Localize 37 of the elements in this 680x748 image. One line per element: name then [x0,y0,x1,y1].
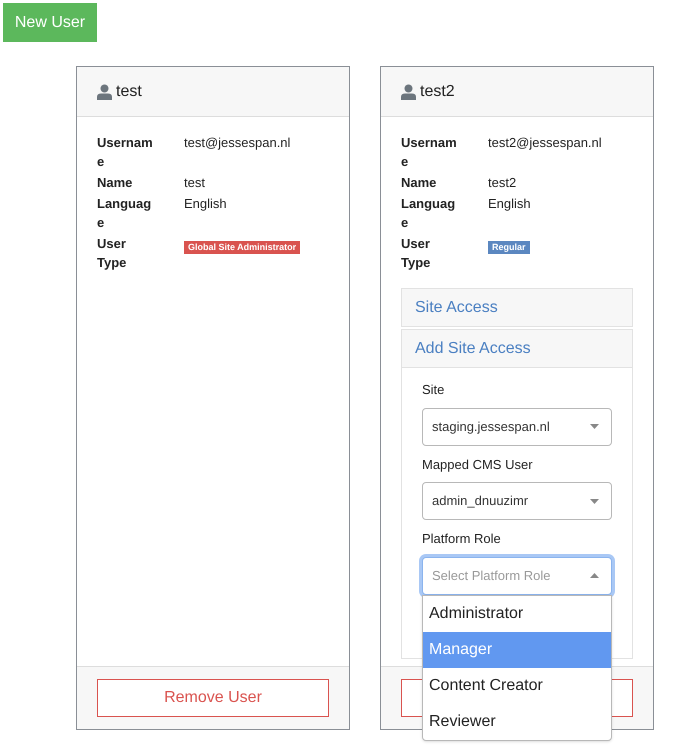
field-value: test2 [488,174,516,192]
user-name: test2 [420,82,455,102]
remove-user-button[interactable]: Remove User [97,679,329,717]
field-value: test@jessespan.nl [184,134,290,152]
dropdown-option[interactable]: Administrator [423,596,611,632]
select-field[interactable]: admin_dnuuzimr [422,482,612,520]
accordion-header[interactable]: Add Site Access [401,329,633,368]
caret-icon [590,573,599,578]
field-label: User Type [97,235,128,272]
user-name: test [116,82,142,102]
dropdown-option[interactable]: Manager [423,632,611,668]
select-field[interactable]: Select Platform Role [422,556,612,594]
select-label: Mapped CMS User [422,456,534,474]
field-label: Language [401,195,456,232]
field-label: Username [401,134,458,171]
accordion-header[interactable]: Site Access [401,288,633,327]
select-label: Site [422,381,446,399]
field-label: Name [401,174,438,192]
caret-icon [590,498,599,504]
field-value: English [488,195,531,213]
field-label: Language [97,195,152,232]
dropdown-option[interactable]: Content Creator [423,668,611,704]
user-icon [97,84,112,100]
user-icon [401,84,416,100]
field-value: English [184,195,227,213]
field-label: Username [97,134,154,171]
select-field[interactable]: staging.jessespan.nl [422,408,612,446]
new-user-button[interactable]: New User [3,3,97,42]
field-value: test [184,174,205,192]
dropdown-option[interactable]: Reviewer [423,704,611,740]
user-type-badge: Global Site Administrator [184,241,300,254]
field-value: test2@jessespan.nl [488,134,602,152]
user-type-badge: Regular [488,241,530,254]
field-label: Name [97,174,134,192]
select-label: Platform Role [422,530,502,548]
caret-icon [590,424,599,429]
field-label: User Type [401,235,432,272]
